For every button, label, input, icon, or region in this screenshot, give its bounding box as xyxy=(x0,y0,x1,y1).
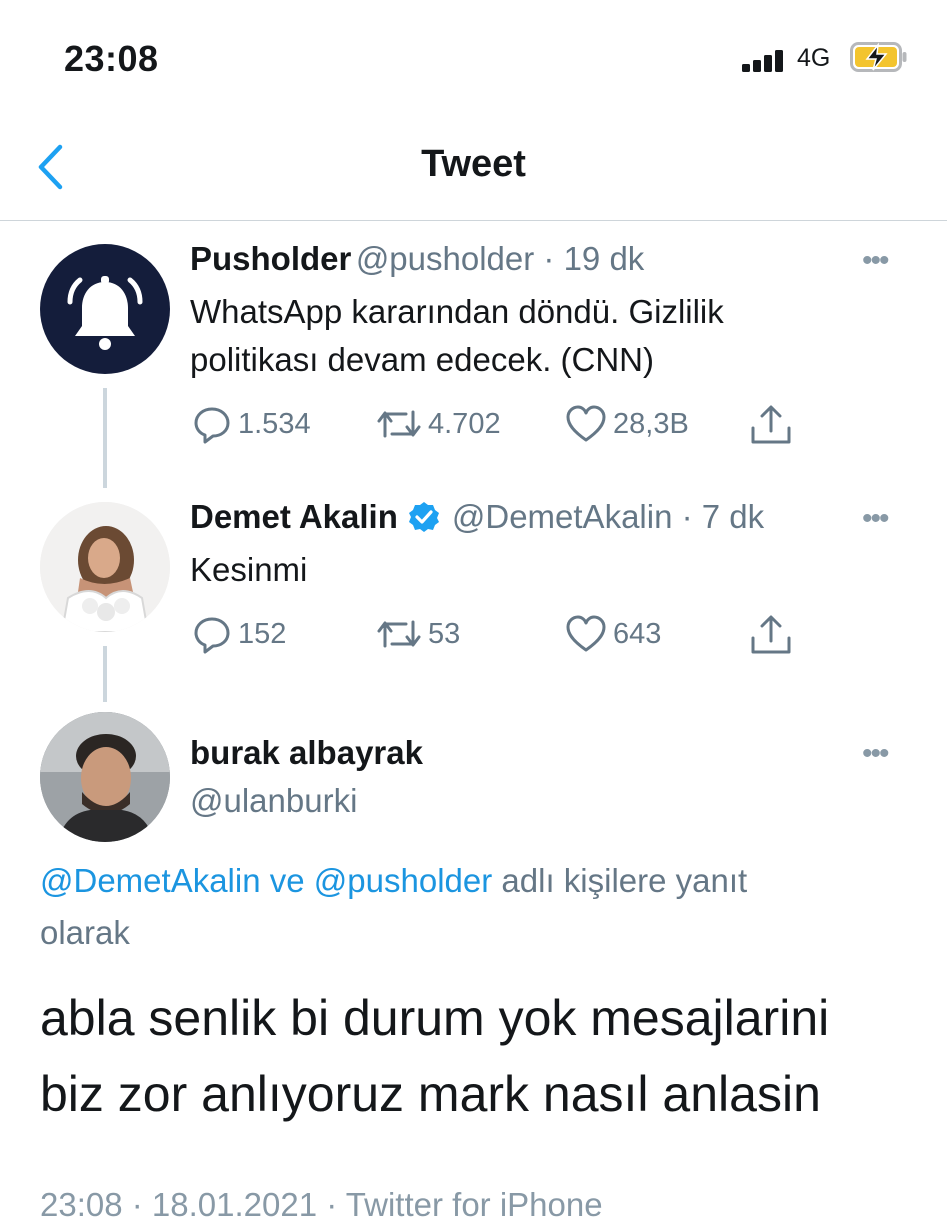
mention-link[interactable]: @DemetAkalin xyxy=(40,862,261,899)
share-icon[interactable] xyxy=(748,404,794,446)
tweet-text-line: biz zor anlıyoruz mark nasıl anlasin xyxy=(40,1066,821,1122)
demet-akalin-avatar[interactable] xyxy=(40,502,170,632)
status-time: 23:08 xyxy=(64,38,159,79)
burak-albayrak-avatar[interactable] xyxy=(40,712,170,842)
tweet-text-line: abla senlik bi durum yok mesajlarini xyxy=(40,990,830,1046)
thread-line xyxy=(103,646,107,702)
heart-icon xyxy=(566,615,606,652)
battery-charging-icon xyxy=(850,42,907,72)
reply-count: 152 xyxy=(238,617,287,650)
like-button[interactable]: 28,3B xyxy=(565,404,689,444)
tweet-text: Kesinmi xyxy=(190,551,308,588)
author-handle[interactable]: @pusholder · 19 dk xyxy=(356,240,645,277)
tweet-header: Demet Akalin @DemetAkalin · 7 dk xyxy=(190,498,764,536)
like-count: 643 xyxy=(613,617,662,650)
retweet-icon xyxy=(377,620,421,648)
profile-photo xyxy=(40,712,170,842)
reply-count: 1.534 xyxy=(238,407,311,440)
nav-divider xyxy=(0,220,947,221)
tweet-header: Pusholder @pusholder · 19 dk xyxy=(190,240,644,278)
retweet-count: 53 xyxy=(428,617,461,650)
retweet-button[interactable]: 4.702 xyxy=(376,404,501,444)
more-options-icon[interactable]: ••• xyxy=(862,737,889,771)
reply-conjunction: ve xyxy=(269,862,305,899)
tweet-text-line: WhatsApp kararından döndü. Gizlilik xyxy=(190,293,724,330)
tweet-timestamp: 23:08 · 18.01.2021 · Twitter for iPhone xyxy=(40,1186,603,1223)
share-icon[interactable] xyxy=(748,614,794,656)
author-handle[interactable]: @ulanburki xyxy=(190,782,357,820)
bell-icon xyxy=(67,276,143,350)
tweet-text: WhatsApp kararından döndü. Gizlilik poli… xyxy=(190,288,890,384)
reply-button[interactable]: 1.534 xyxy=(192,404,311,444)
pusholder-avatar[interactable] xyxy=(40,244,170,374)
profile-photo xyxy=(40,502,170,632)
author-handle[interactable]: @DemetAkalin · 7 dk xyxy=(452,498,764,536)
author-name[interactable]: Demet Akalin xyxy=(190,498,398,536)
more-options-icon[interactable]: ••• xyxy=(862,244,889,278)
retweet-button[interactable]: 53 xyxy=(376,614,460,654)
like-count: 28,3B xyxy=(613,407,689,440)
author-name[interactable]: burak albayrak xyxy=(190,734,423,772)
retweet-icon xyxy=(377,410,421,438)
heart-icon xyxy=(566,405,606,442)
author-name[interactable]: Pusholder xyxy=(190,240,351,277)
thread-line xyxy=(103,388,107,488)
network-label: 4G xyxy=(797,44,831,72)
reply-icon xyxy=(194,617,230,654)
reply-button[interactable]: 152 xyxy=(192,614,286,654)
mention-link[interactable]: @pusholder xyxy=(314,862,492,899)
more-options-icon[interactable]: ••• xyxy=(862,502,889,536)
replying-to-suffix: olarak xyxy=(40,914,130,951)
tweet-text-line: politikası devam edecek. (CNN) xyxy=(190,341,654,378)
reply-icon xyxy=(194,407,230,444)
page-title: Tweet xyxy=(421,143,526,185)
like-button[interactable]: 643 xyxy=(565,614,661,654)
signal-icon xyxy=(742,50,783,72)
verified-badge-icon xyxy=(408,502,439,532)
replying-to: @DemetAkalin ve @pusholder adlı kişilere… xyxy=(40,855,900,959)
main-tweet-text: abla senlik bi durum yok mesajlarini biz… xyxy=(40,980,920,1132)
retweet-count: 4.702 xyxy=(428,407,501,440)
replying-to-suffix: adlı kişilere yanıt xyxy=(501,862,748,899)
